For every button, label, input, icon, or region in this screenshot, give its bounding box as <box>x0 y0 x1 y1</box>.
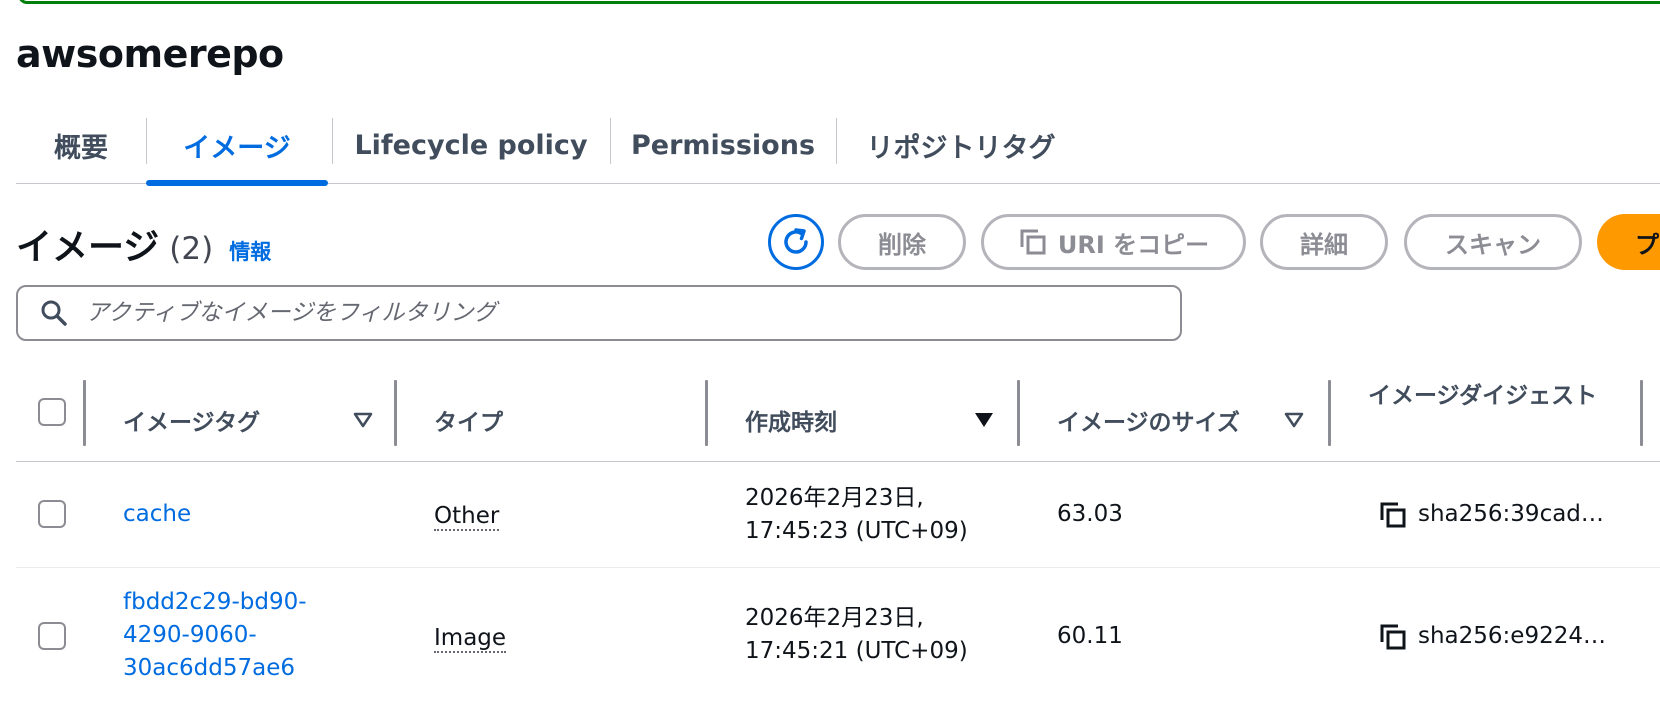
row-checkbox[interactable] <box>38 500 66 528</box>
column-header-image-digest[interactable]: イメージダイジェスト <box>1368 378 1608 462</box>
column-divider <box>1640 380 1643 446</box>
sort-icon[interactable] <box>1284 412 1304 428</box>
page-title: awsomerepo <box>16 32 284 76</box>
column-divider <box>83 380 86 446</box>
table-row: cache Other 2026年2月23日, 17:45:23 (UTC+09… <box>16 462 1660 568</box>
details-button-label: 詳細 <box>1300 230 1348 259</box>
delete-button[interactable]: 削除 <box>838 214 966 270</box>
image-count: (2) <box>169 231 214 267</box>
search-box <box>16 285 1182 341</box>
tab-images[interactable]: イメージ <box>146 106 328 186</box>
tab-permissions[interactable]: Permissions <box>610 106 836 184</box>
refresh-button[interactable] <box>768 214 824 270</box>
copy-icon[interactable] <box>1378 622 1408 652</box>
table-header: イメージタグ タイプ 作成時刻 イメージのサイズ イメージダイジェスト <box>16 378 1660 462</box>
column-divider <box>1017 380 1020 446</box>
image-tag-link[interactable]: fbdd2c29-bd90- 4290-9060- 30ac6dd57ae6 <box>123 586 307 685</box>
image-tag-text: 30ac6dd57ae6 <box>123 655 295 681</box>
column-header-type[interactable]: タイプ <box>434 378 503 462</box>
details-button[interactable]: 詳細 <box>1260 214 1388 270</box>
image-digest: sha256:39cad… <box>1378 498 1604 531</box>
column-header-image-size[interactable]: イメージのサイズ <box>1057 378 1240 462</box>
search-input[interactable] <box>86 300 1180 326</box>
select-all-checkbox[interactable] <box>38 398 66 426</box>
copy-icon[interactable] <box>1378 500 1408 530</box>
tab-repository-tags[interactable]: リポジトリタグ <box>836 106 1086 184</box>
row-checkbox[interactable] <box>38 622 66 650</box>
image-size: 60.11 <box>1057 623 1123 649</box>
refresh-icon <box>784 228 808 254</box>
image-tag-text: fbdd2c29-bd90- <box>123 589 307 615</box>
tab-bar: 概要 イメージ Lifecycle policy Permissions リポジ… <box>16 106 1660 186</box>
table-row: fbdd2c29-bd90- 4290-9060- 30ac6dd57ae6 I… <box>16 568 1660 706</box>
copy-icon <box>1020 229 1046 255</box>
image-type: Image <box>434 625 507 653</box>
image-tag-text: cache <box>123 501 192 527</box>
tab-lifecycle-policy[interactable]: Lifecycle policy <box>332 106 610 184</box>
created-date: 2026年2月23日, <box>745 605 924 631</box>
section-header: イメージ (2) 情報 <box>16 218 271 270</box>
image-digest: sha256:e9224… <box>1378 620 1606 653</box>
info-link[interactable]: 情報 <box>229 236 271 266</box>
scan-button-label: スキャン <box>1445 230 1541 259</box>
column-header-image-tag[interactable]: イメージタグ <box>123 378 260 462</box>
delete-button-label: 削除 <box>878 230 926 259</box>
push-button-label: プ <box>1635 230 1659 259</box>
created-date: 2026年2月23日, <box>745 485 924 511</box>
column-divider <box>705 380 708 446</box>
image-type: Other <box>434 503 500 531</box>
sort-descending-icon[interactable] <box>974 412 994 428</box>
tab-overview[interactable]: 概要 <box>16 106 146 184</box>
created-time: 17:45:23 (UTC+09) <box>745 518 968 544</box>
created-at: 2026年2月23日, 17:45:23 (UTC+09) <box>745 482 968 548</box>
column-header-created-at[interactable]: 作成時刻 <box>745 378 837 462</box>
status-banner <box>18 0 1660 4</box>
sort-icon[interactable] <box>353 412 373 428</box>
digest-text: sha256:39cad… <box>1418 501 1604 527</box>
scan-button[interactable]: スキャン <box>1404 214 1582 270</box>
created-at: 2026年2月23日, 17:45:21 (UTC+09) <box>745 602 968 668</box>
images-table: イメージタグ タイプ 作成時刻 イメージのサイズ イメージダイジェスト cach… <box>16 378 1660 706</box>
copy-uri-button[interactable]: URI をコピー <box>981 214 1246 270</box>
copy-uri-button-label: URI をコピー <box>1057 230 1210 259</box>
column-divider <box>394 380 397 446</box>
column-divider <box>1328 380 1331 446</box>
image-tag-text: 4290-9060- <box>123 622 257 648</box>
image-size: 63.03 <box>1057 501 1123 527</box>
digest-text: sha256:e9224… <box>1418 623 1606 649</box>
created-time: 17:45:21 (UTC+09) <box>745 638 968 664</box>
search-icon <box>41 300 67 326</box>
section-title: イメージ <box>16 227 160 268</box>
push-commands-button[interactable]: プ <box>1597 214 1660 270</box>
image-tag-link[interactable]: cache <box>123 498 191 531</box>
